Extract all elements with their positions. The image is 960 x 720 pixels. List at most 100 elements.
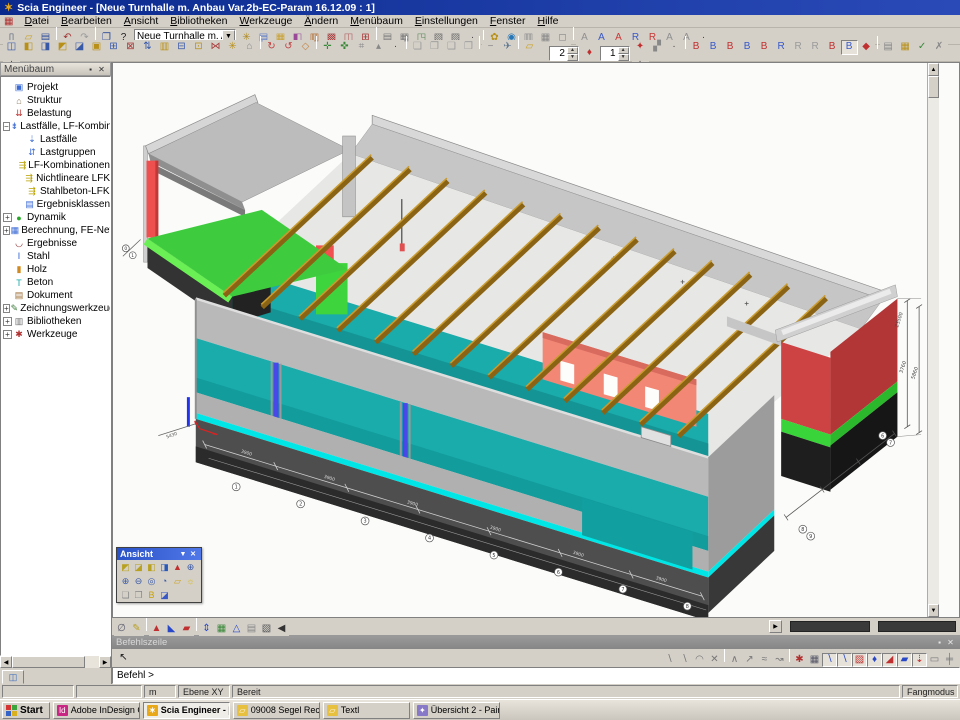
snap-mode-button[interactable]: ✕ [707, 653, 722, 667]
tree-item[interactable]: + ✎ Zeichnungswerkzeuge [3, 302, 110, 315]
tree-expander[interactable] [3, 239, 12, 248]
toolbar-button[interactable]: ◫ [3, 40, 20, 55]
tree-expander[interactable] [16, 187, 25, 196]
viewport-tool-button[interactable]: ⇕ [199, 622, 214, 636]
close-icon[interactable]: ✕ [188, 550, 198, 558]
toolbar-button[interactable]: ❏ [409, 40, 426, 55]
pin-icon[interactable]: ▪ [85, 65, 96, 74]
toolbar-button[interactable]: B [841, 40, 858, 55]
snap-mode-button[interactable]: ∖ [822, 653, 837, 667]
tree-item[interactable]: ⇶ Stahlbeton-LFK [3, 185, 110, 198]
snap-mode-button[interactable]: ⇣ [912, 653, 927, 667]
toolbar-button[interactable]: ⊠ [122, 40, 139, 55]
toolbar-button[interactable]: ◆ [858, 40, 875, 55]
chevron-down-icon[interactable]: ▼ [178, 551, 188, 558]
snap-mode-button[interactable]: ╪ [942, 653, 957, 667]
tree-item[interactable]: − ⇟ Lastfälle, LF-Kombinatior [3, 120, 110, 133]
scrollbar-thumb[interactable] [878, 621, 956, 632]
tree-expander[interactable] [16, 135, 25, 144]
menu-item[interactable]: Datei [18, 15, 55, 27]
scroll-left-icon[interactable]: ◀ [0, 656, 12, 668]
toolbar-button[interactable]: ▱ [521, 40, 538, 55]
menu-item[interactable]: Hilfe [532, 15, 565, 27]
toolbar-button[interactable]: ✦ [632, 40, 649, 55]
mdi-document-icon[interactable]: ▦ [4, 16, 13, 27]
snap-mode-button[interactable]: ◠ [692, 653, 707, 667]
menu-item[interactable]: Bibliotheken [164, 15, 233, 27]
close-icon[interactable]: ✕ [945, 638, 956, 647]
toolbar-button[interactable]: ✓ [914, 40, 931, 55]
palette-title-bar[interactable]: Ansicht ▼ ✕ [117, 548, 201, 560]
scroll-down-icon[interactable]: ▼ [928, 604, 939, 617]
viewport-tool-button[interactable]: ◣ [164, 622, 179, 636]
tree-expander[interactable] [3, 291, 12, 300]
tree-item[interactable]: ▤ Ergebnisklassen [3, 198, 110, 211]
toolbar-button[interactable]: ⊞ [105, 40, 122, 55]
snap-mode-button[interactable]: ∖ [662, 653, 677, 667]
scroll-right-icon[interactable]: ▶ [99, 656, 111, 668]
tree-expander[interactable] [16, 148, 25, 157]
toolbar-button[interactable]: ▞ [649, 40, 666, 55]
tree-item[interactable]: ▮ Holz [3, 263, 110, 276]
view-tool-button[interactable]: ❐ [132, 589, 145, 601]
tree-item[interactable]: ▣ Projekt [3, 81, 110, 94]
toolbar-button[interactable]: ⌗ [353, 40, 370, 55]
toolbar-button[interactable]: ◧ [20, 40, 37, 55]
tree-item[interactable]: ⇵ Lastgruppen [3, 146, 110, 159]
model-3d-view[interactable]: 3900390039003900390039001234567854300123… [113, 63, 927, 617]
snap-mode-button[interactable]: ▨ [852, 653, 867, 667]
taskbar-button[interactable]: ▱ Textl [323, 702, 410, 719]
toolbar-button[interactable]: A [576, 30, 593, 45]
spinner-up-icon[interactable]: ▲ [567, 47, 578, 54]
tree-expander[interactable] [16, 200, 24, 209]
tree-item[interactable]: + ● Dynamik [3, 211, 110, 224]
tree-expander[interactable] [3, 278, 12, 287]
spinner-down-icon[interactable]: ▼ [618, 54, 629, 61]
toolbar-button[interactable]: − [482, 40, 499, 55]
menu-item[interactable]: Einstellungen [409, 15, 484, 27]
toolbar-button[interactable]: ✜ [336, 40, 353, 55]
toolbar-button[interactable]: A [610, 30, 627, 45]
toolbar-button[interactable]: ▤ [880, 40, 897, 55]
snap-mode-button[interactable]: ∖ [677, 653, 692, 667]
toolbar-button[interactable]: ▥ [156, 40, 173, 55]
tree-expander[interactable] [16, 161, 18, 170]
snap-mode-button[interactable]: ▰ [897, 653, 912, 667]
menu-item[interactable]: Fenster [484, 15, 532, 27]
toolbar-button[interactable]: ⇅ [139, 40, 156, 55]
tree-expander[interactable]: + [3, 330, 12, 339]
snap-mode-button[interactable]: ▭ [927, 653, 942, 667]
toolbar-button[interactable]: B [722, 40, 739, 55]
viewport-tool-button[interactable]: ▧ [259, 622, 274, 636]
toolbar-button[interactable]: ▦ [897, 40, 914, 55]
toolbar-button[interactable]: ♦ [581, 46, 598, 61]
status-unit[interactable]: m [144, 685, 176, 698]
spinner-up-icon[interactable]: ▲ [618, 47, 629, 54]
select-cursor-icon[interactable]: ↖ [115, 651, 132, 666]
toolbar-button[interactable]: ◨ [37, 40, 54, 55]
toolbar-button[interactable]: ❒ [460, 40, 477, 55]
tree-item[interactable]: ⇶ Nichtlineare LFK [3, 172, 110, 185]
tree-expander[interactable]: + [3, 226, 10, 235]
toolbar-button[interactable]: ✛ [319, 40, 336, 55]
start-button[interactable]: Start [2, 702, 50, 719]
viewport-tool-button[interactable]: ▲ [149, 622, 164, 636]
tree-expander[interactable]: + [3, 213, 12, 222]
toolbar-button[interactable]: ✈ [499, 40, 516, 55]
toolbar-button[interactable]: B [756, 40, 773, 55]
tree-item[interactable]: + ▦ Berechnung, FE-Netz [3, 224, 110, 237]
toolbar-button[interactable]: A [593, 30, 610, 45]
spinner-down-icon[interactable]: ▼ [567, 54, 578, 61]
tree-expander[interactable] [3, 96, 12, 105]
toolbar-button[interactable]: ⌂ [241, 40, 258, 55]
scrollbar-thumb[interactable] [790, 621, 870, 632]
toolbar-button[interactable]: ❑ [443, 40, 460, 55]
view-tool-button[interactable]: ◔ [158, 575, 171, 587]
snap-mode-button[interactable]: ≈ [757, 653, 772, 667]
tree-item[interactable]: ⇣ Lastfälle [3, 133, 110, 146]
toolbar-button[interactable]: B [688, 40, 705, 55]
toolbar-button[interactable]: ⋈ [207, 40, 224, 55]
tree-item[interactable]: ◡ Ergebnisse [3, 237, 110, 250]
tree-item[interactable]: ⌂ Struktur [3, 94, 110, 107]
toolbar-button[interactable]: R [790, 40, 807, 55]
